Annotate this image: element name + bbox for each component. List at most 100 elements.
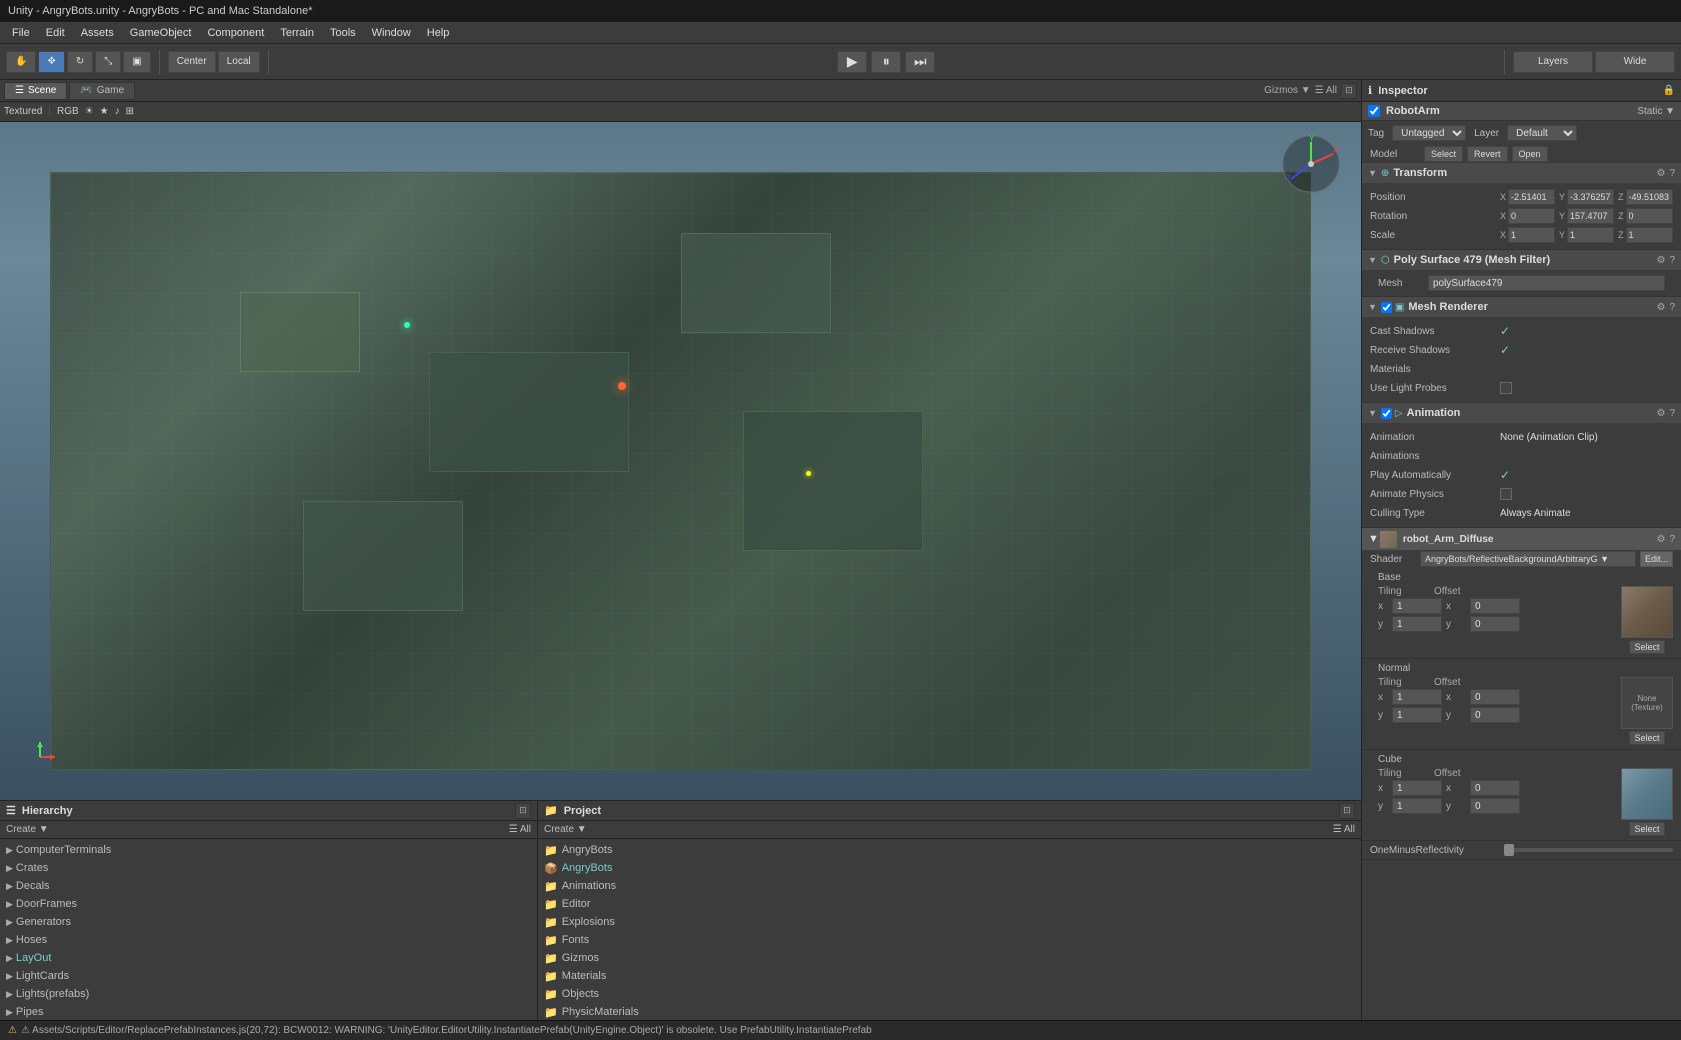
- normal-texture-select[interactable]: Select: [1629, 731, 1664, 745]
- rect-tool-button[interactable]: ▣: [123, 51, 150, 73]
- hier-item-decals[interactable]: ▶ Decals: [0, 877, 537, 895]
- menu-component[interactable]: Component: [199, 27, 272, 39]
- hier-item-lightcards[interactable]: ▶ LightCards: [0, 967, 537, 985]
- center-button[interactable]: Center: [168, 51, 216, 73]
- menu-help[interactable]: Help: [419, 27, 458, 39]
- project-create-button[interactable]: Create ▼: [544, 824, 587, 835]
- all-button[interactable]: ☰ All: [1315, 85, 1337, 96]
- cube-texture-thumb[interactable]: [1621, 768, 1673, 820]
- material-header[interactable]: ▼ robot_Arm_Diffuse ⚙ ?: [1362, 528, 1681, 550]
- layers-dropdown[interactable]: Layers: [1513, 51, 1593, 73]
- hier-item-lights[interactable]: ▶ Lights(prefabs): [0, 985, 537, 1003]
- hand-tool-button[interactable]: ✋: [6, 51, 36, 73]
- project-maximize[interactable]: ⊡: [1339, 803, 1355, 819]
- normal-offset-y-input[interactable]: [1470, 707, 1520, 723]
- material-question-icon[interactable]: ?: [1669, 534, 1675, 545]
- menu-file[interactable]: File: [4, 27, 38, 39]
- scene-lighting-btn[interactable]: ☀: [85, 106, 94, 117]
- proj-item-fonts[interactable]: 📁 Fonts: [538, 931, 1361, 949]
- tag-dropdown[interactable]: Untagged: [1392, 125, 1466, 141]
- layout-dropdown[interactable]: Wide: [1595, 51, 1675, 73]
- normal-tiling-x-input[interactable]: [1392, 689, 1442, 705]
- menu-tools[interactable]: Tools: [322, 27, 364, 39]
- transform-header[interactable]: ▼ ⊕ Transform ⚙ ?: [1362, 163, 1681, 183]
- mesh-value[interactable]: polySurface479: [1428, 275, 1665, 291]
- normal-offset-x-input[interactable]: [1470, 689, 1520, 705]
- scene-audio-btn[interactable]: ♪: [115, 106, 120, 117]
- hier-item-computerterminals[interactable]: ▶ ComputerTerminals: [0, 841, 537, 859]
- proj-item-gizmos[interactable]: 📁 Gizmos: [538, 949, 1361, 967]
- color-mode-dropdown[interactable]: RGB: [57, 106, 79, 117]
- hier-item-doorframes[interactable]: ▶ DoorFrames: [0, 895, 537, 913]
- menu-assets[interactable]: Assets: [73, 27, 122, 39]
- cube-tiling-y-input[interactable]: [1392, 798, 1442, 814]
- scene-gizmo-btn[interactable]: ⊞: [126, 106, 134, 117]
- base-texture-select[interactable]: Select: [1629, 640, 1664, 654]
- scene-fx-btn[interactable]: ★: [100, 106, 109, 117]
- scene-tab[interactable]: ☰ Scene: [4, 82, 67, 100]
- rotation-y-input[interactable]: [1567, 208, 1614, 224]
- transform-settings-icon[interactable]: ⚙: [1656, 168, 1665, 179]
- cube-offset-y-input[interactable]: [1470, 798, 1520, 814]
- hier-item-crates[interactable]: ▶ Crates: [0, 859, 537, 877]
- menu-window[interactable]: Window: [364, 27, 419, 39]
- base-texture-thumb[interactable]: [1621, 586, 1673, 638]
- hierarchy-create-button[interactable]: Create ▼: [6, 824, 49, 835]
- layer-dropdown[interactable]: Default: [1507, 125, 1577, 141]
- cube-texture-select[interactable]: Select: [1629, 822, 1664, 836]
- proj-item-materials[interactable]: 📁 Materials: [538, 967, 1361, 985]
- position-x-input[interactable]: [1508, 189, 1555, 205]
- rotation-z-input[interactable]: [1626, 208, 1674, 224]
- proj-item-explosions[interactable]: 📁 Explosions: [538, 913, 1361, 931]
- proj-item-editor[interactable]: 📁 Editor: [538, 895, 1361, 913]
- mesh-renderer-header[interactable]: ▼ ▣ Mesh Renderer ⚙ ?: [1362, 297, 1681, 317]
- proj-item-angrybots-folder[interactable]: 📁 AngryBots: [538, 841, 1361, 859]
- view-mode-dropdown[interactable]: Textured: [4, 106, 42, 117]
- cube-tiling-x-input[interactable]: [1392, 780, 1442, 796]
- gizmos-button[interactable]: Gizmos ▼: [1264, 85, 1311, 96]
- animation-settings-icon[interactable]: ⚙: [1656, 408, 1665, 419]
- position-y-input[interactable]: [1567, 189, 1614, 205]
- proj-item-angrybots-pkg[interactable]: 📦 AngryBots: [538, 859, 1361, 877]
- menu-gameobject[interactable]: GameObject: [122, 27, 200, 39]
- mesh-renderer-enable-checkbox[interactable]: [1381, 302, 1392, 313]
- one-minus-slider[interactable]: [1504, 848, 1673, 852]
- game-tab[interactable]: 🎮 Game: [69, 82, 135, 100]
- base-offset-x-input[interactable]: [1470, 598, 1520, 614]
- normal-texture-thumb[interactable]: None (Texture): [1621, 677, 1673, 729]
- scale-z-input[interactable]: [1626, 227, 1674, 243]
- hierarchy-filter[interactable]: ☰ All: [509, 824, 531, 835]
- gizmo-widget[interactable]: X Y Z: [1281, 134, 1341, 197]
- hier-item-generators[interactable]: ▶ Generators: [0, 913, 537, 931]
- edit-shader-button[interactable]: Edit...: [1640, 551, 1673, 567]
- hier-item-hoses[interactable]: ▶ Hoses: [0, 931, 537, 949]
- open-button[interactable]: Open: [1512, 146, 1548, 162]
- menu-terrain[interactable]: Terrain: [272, 27, 322, 39]
- select-button[interactable]: Select: [1424, 146, 1463, 162]
- step-button[interactable]: ⏭: [905, 51, 935, 73]
- proj-item-physicmaterials[interactable]: 📁 PhysicMaterials: [538, 1003, 1361, 1020]
- use-light-probes-checkbox[interactable]: [1500, 382, 1512, 394]
- mesh-renderer-settings-icon[interactable]: ⚙: [1656, 302, 1665, 313]
- viewport[interactable]: X Y Z: [0, 122, 1361, 800]
- mesh-filter-settings-icon[interactable]: ⚙: [1656, 255, 1665, 266]
- base-offset-y-input[interactable]: [1470, 616, 1520, 632]
- local-button[interactable]: Local: [218, 51, 260, 73]
- rotation-x-input[interactable]: [1508, 208, 1555, 224]
- mesh-renderer-question-icon[interactable]: ?: [1669, 302, 1675, 313]
- mesh-filter-question-icon[interactable]: ?: [1669, 255, 1675, 266]
- rotate-tool-button[interactable]: ↻: [67, 51, 93, 73]
- scale-y-input[interactable]: [1567, 227, 1614, 243]
- normal-tiling-y-input[interactable]: [1392, 707, 1442, 723]
- hier-item-layout[interactable]: ▶ LayOut: [0, 949, 537, 967]
- menu-edit[interactable]: Edit: [38, 27, 73, 39]
- play-button[interactable]: ▶: [837, 51, 867, 73]
- pause-button[interactable]: ⏸: [871, 51, 901, 73]
- hier-item-pipes[interactable]: ▶ Pipes: [0, 1003, 537, 1020]
- move-tool-button[interactable]: ✥: [38, 51, 64, 73]
- base-tiling-y-input[interactable]: [1392, 616, 1442, 632]
- animation-enable-checkbox[interactable]: [1381, 408, 1392, 419]
- material-settings-icon[interactable]: ⚙: [1656, 534, 1665, 545]
- project-filter[interactable]: ☰ All: [1333, 824, 1355, 835]
- revert-button[interactable]: Revert: [1467, 146, 1508, 162]
